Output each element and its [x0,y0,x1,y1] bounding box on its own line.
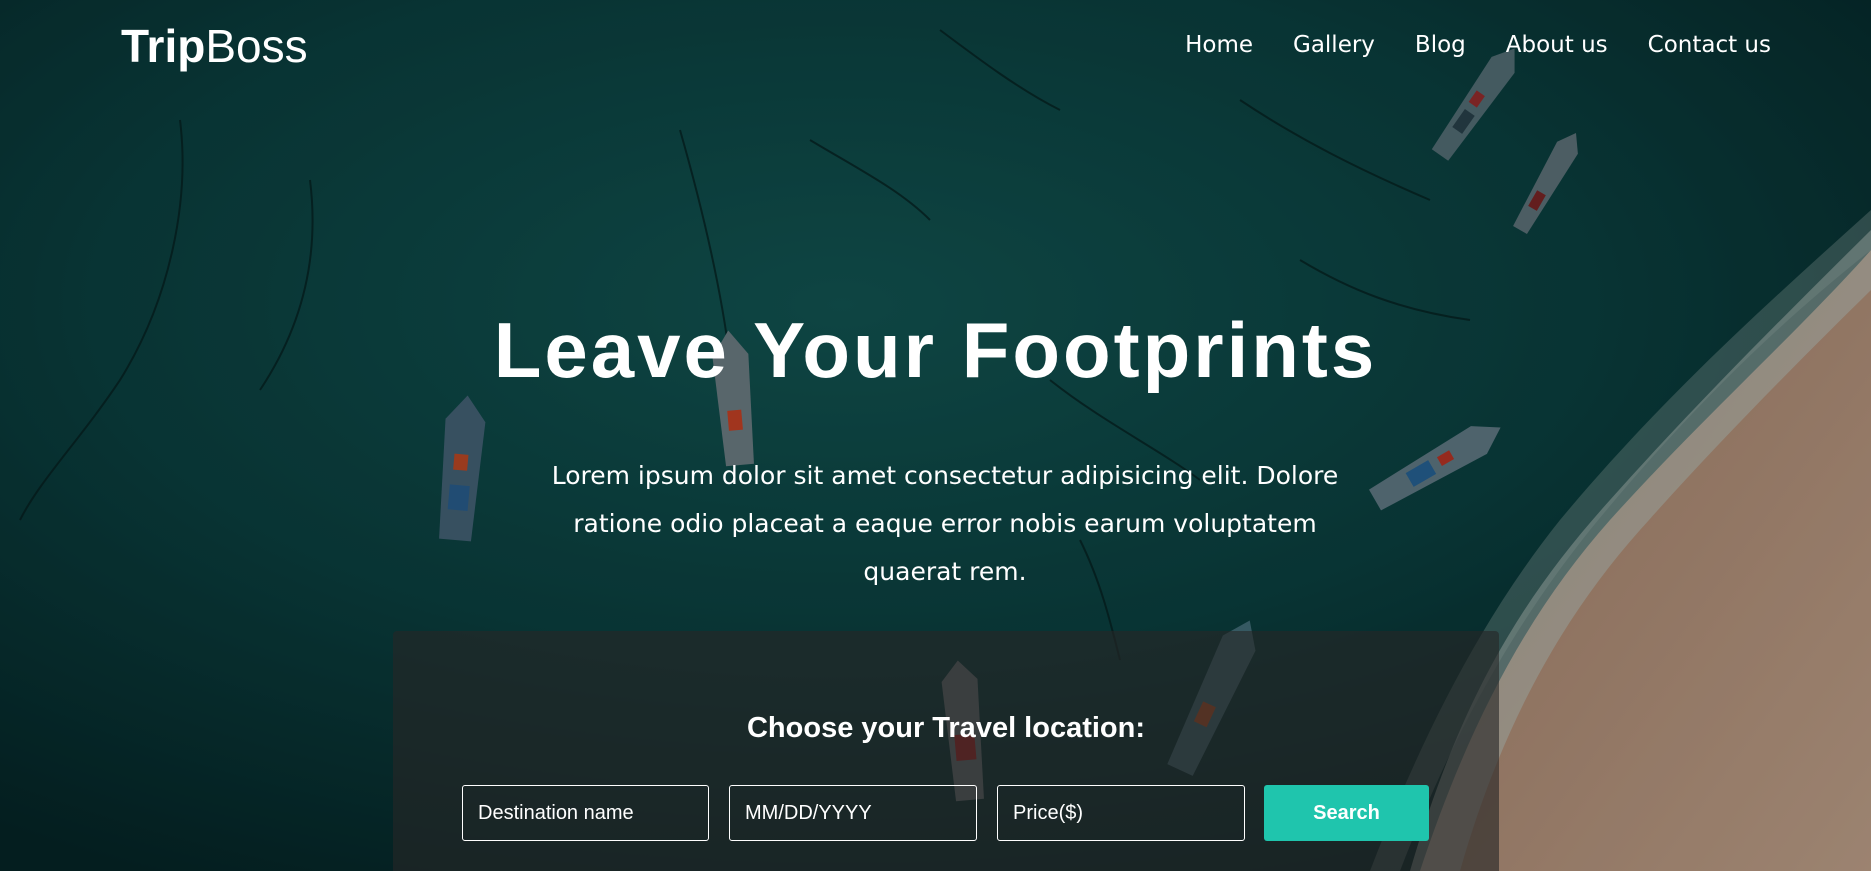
brand-logo[interactable]: TripBoss [121,16,308,76]
hero-title: Leave Your Footprints [493,306,1378,394]
main-nav: Home Gallery Blog About us Contact us [1185,26,1771,64]
nav-gallery[interactable]: Gallery [1293,26,1375,64]
nav-home[interactable]: Home [1185,26,1253,64]
nav-contact-us[interactable]: Contact us [1648,26,1771,64]
nav-blog[interactable]: Blog [1415,26,1466,64]
search-panel: Choose your Travel location: Search [393,631,1499,871]
price-input[interactable] [997,785,1245,841]
date-input[interactable] [729,785,977,841]
hero-section: TripBoss Home Gallery Blog About us Cont… [0,0,1871,871]
brand-name-light: Boss [205,20,308,72]
nav-about-us[interactable]: About us [1506,26,1608,64]
search-button[interactable]: Search [1264,785,1429,841]
brand-name-bold: Trip [121,20,206,72]
hero-subtitle: Lorem ipsum dolor sit amet consectetur a… [551,461,1339,586]
search-heading: Choose your Travel location: [746,712,1146,744]
destination-input[interactable] [462,785,709,841]
